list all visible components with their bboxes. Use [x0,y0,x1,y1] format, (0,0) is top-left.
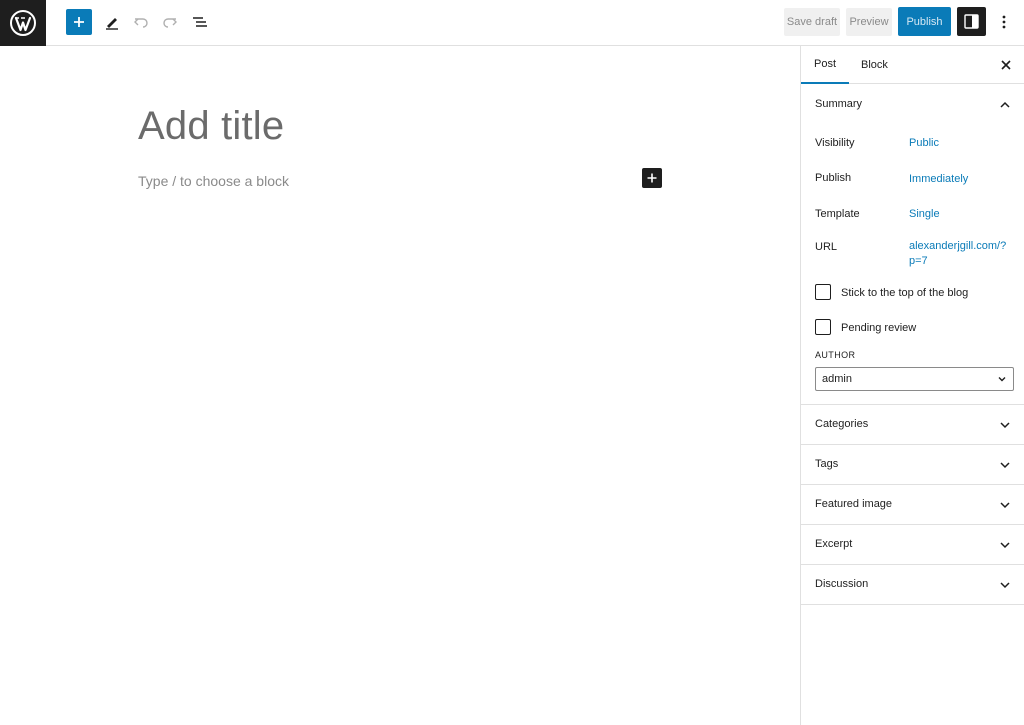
list-view-icon [193,17,207,27]
author-label: AUTHOR [815,350,856,360]
undo-icon [134,18,148,28]
chevron-down-icon [1000,422,1010,429]
url-value-button[interactable]: alexanderjgill.com/?p=7 [909,239,1009,269]
author-select[interactable]: admin [815,367,1014,391]
post-title-input[interactable]: Add title [138,104,284,149]
author-select-value: admin [822,373,852,385]
categories-panel-toggle[interactable]: Categories [801,405,1024,445]
chevron-up-icon [1000,101,1010,108]
pending-review-checkbox-label: Pending review [841,322,917,334]
tags-panel-toggle[interactable]: Tags [801,445,1024,485]
url-label: URL [815,241,838,253]
chevron-down-icon [1000,502,1010,509]
discussion-panel-toggle[interactable]: Discussion [801,565,1024,605]
featured-image-panel-title: Featured image [815,498,893,510]
excerpt-panel-title: Excerpt [815,538,853,550]
block-inserter-button[interactable] [66,9,92,35]
close-icon [1001,60,1011,70]
template-label: Template [815,208,860,220]
close-settings-button[interactable] [999,58,1013,72]
plus-icon [74,17,84,27]
chevron-down-icon [1000,542,1010,549]
excerpt-panel-toggle[interactable]: Excerpt [801,525,1024,565]
chevron-down-icon [998,377,1006,382]
visibility-label: Visibility [815,137,855,149]
categories-panel-title: Categories [815,418,869,430]
sidebar-icon [964,14,979,29]
publish-button[interactable]: Publish [898,7,951,36]
sidebar-tabs: Post Block [801,46,1024,84]
publish-label: Publish [815,172,852,184]
editor-header: Save draft Preview Publish [0,0,1024,46]
tab-post[interactable]: Post [801,46,849,84]
publish-date-button[interactable]: Immediately [909,172,968,187]
wordpress-logo-button[interactable] [0,0,46,46]
document-overview-button[interactable] [187,8,213,36]
wordpress-icon [10,10,36,36]
preview-button[interactable]: Preview [846,8,892,36]
undo-button[interactable] [128,8,154,36]
template-value-button[interactable]: Single [909,207,940,222]
tools-button[interactable] [99,8,125,36]
redo-button[interactable] [157,8,183,36]
visibility-value-button[interactable]: Public [909,136,939,151]
options-button[interactable] [994,8,1014,36]
summary-panel-title: Summary [815,98,863,110]
sticky-checkbox[interactable] [815,284,831,300]
pencil-icon [106,18,118,30]
block-placeholder[interactable]: Type / to choose a block [138,173,289,189]
pending-review-checkbox[interactable] [815,319,831,335]
tab-block[interactable]: Block [861,46,888,84]
settings-toggle-button[interactable] [957,7,986,36]
add-block-button[interactable] [642,168,662,188]
settings-sidebar: Post Block Summary Visibility Public Pub… [800,46,1024,725]
save-draft-button[interactable]: Save draft [784,8,840,36]
tags-panel-title: Tags [815,458,839,470]
summary-panel-toggle[interactable]: Summary [801,85,1024,125]
redo-icon [163,18,177,28]
more-vertical-icon [1002,15,1006,29]
featured-image-panel-toggle[interactable]: Featured image [801,485,1024,525]
editor-canvas: Add title Type / to choose a block [0,47,800,725]
chevron-down-icon [1000,462,1010,469]
chevron-down-icon [1000,582,1010,589]
discussion-panel-title: Discussion [815,578,869,590]
plus-icon [647,173,657,183]
sticky-checkbox-label: Stick to the top of the blog [841,287,969,299]
